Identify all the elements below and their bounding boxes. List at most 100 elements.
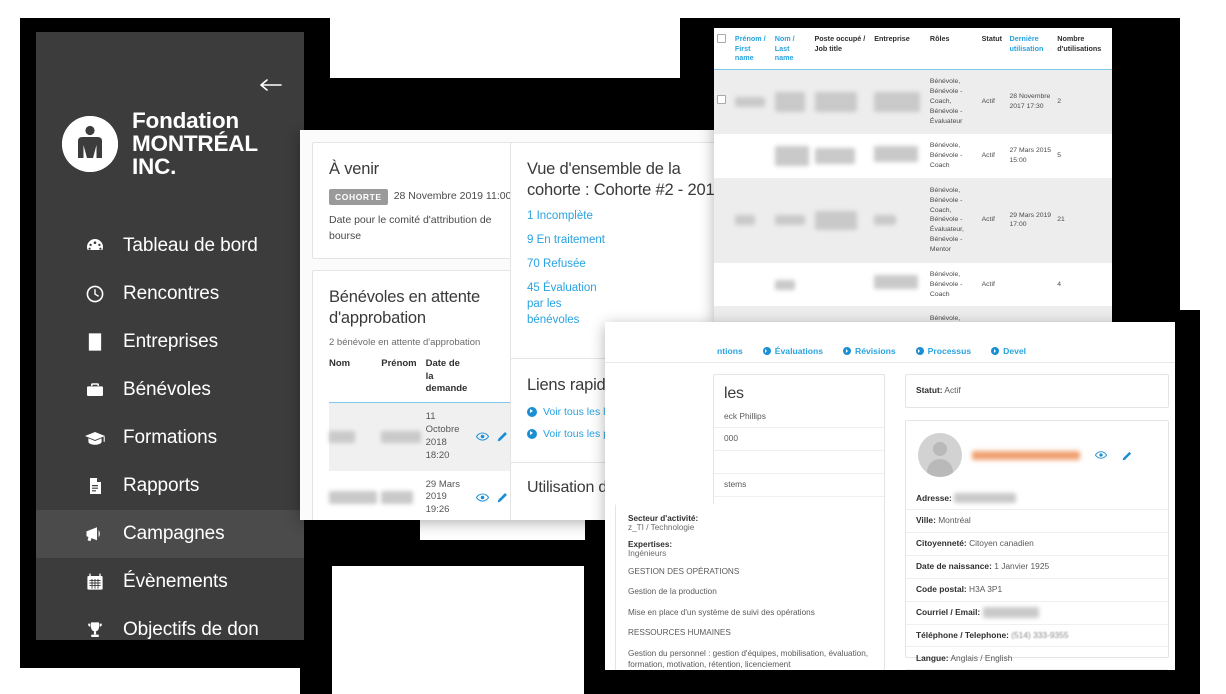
cell-checkbox[interactable] — [714, 262, 732, 307]
tab-interventions[interactable]: ntions — [717, 346, 743, 356]
sidebar-item-rencontres[interactable]: Rencontres — [36, 270, 304, 318]
cell-actions — [471, 471, 513, 520]
field-langue: Langue: Anglais / English — [906, 647, 1168, 670]
profile-panel: ntions Évaluations Révisions Processus D… — [605, 322, 1175, 670]
cell-checkbox[interactable] — [714, 306, 732, 323]
column-header-statut[interactable]: Statut — [979, 28, 1007, 70]
table-row[interactable]: Abran-Côté avocate Borden Ladner Bénévol… — [714, 134, 1112, 179]
tab-evaluations[interactable]: Évaluations — [762, 346, 824, 356]
cell-date: 29 Mars 2019 19:26 — [425, 478, 460, 516]
cohort-overview-title: Vue d'ensemble de la cohorte : Cohorte #… — [527, 160, 724, 199]
upcoming-card: À venir COHORTE 28 Novembre 2019 11:00 Da… — [312, 142, 530, 260]
cell-statut: Actif — [978, 69, 1007, 134]
cell-nom: Albernoe — [771, 178, 812, 263]
employment-row: 000 — [714, 428, 884, 451]
cohort-link-evaluation-cont-1[interactable]: par les — [527, 297, 727, 312]
sidebar-item-formations[interactable]: Formations — [36, 414, 304, 462]
sidebar-item-benevoles[interactable]: Bénévoles — [36, 366, 304, 414]
personal-details-card: Adresse: 1000 rue Ville: Montréal Citoye… — [905, 420, 1169, 670]
chevron-right-circle-icon — [527, 428, 537, 439]
edit-icon[interactable] — [1122, 450, 1133, 461]
column-header[interactable]: Nom — [329, 358, 381, 403]
sidebar-nav: Tableau de bord Rencontres Entreprises B… — [36, 222, 304, 640]
column-header-poste[interactable]: Poste occupé / Job title — [812, 28, 872, 70]
column-header-roles[interactable]: Rôles — [927, 28, 979, 70]
tab-label: Devel — [1003, 346, 1027, 356]
field-ville: Ville: Montréal — [906, 510, 1168, 533]
cohort-link-refusee[interactable]: 70 Refusée — [527, 257, 727, 272]
cohort-link-en-traitement[interactable]: 9 En traitement — [527, 233, 727, 248]
screenshot-stage: Fondation MONTRÉAL INC. Tableau de bord … — [0, 0, 1226, 694]
sector-label: Secteur d'activité: — [628, 514, 699, 523]
sidebar-item-tableau-de-bord[interactable]: Tableau de bord — [36, 222, 304, 270]
pending-volunteers-subtitle: 2 bénévole en attente d'approbation — [329, 337, 481, 349]
edit-icon[interactable] — [497, 491, 509, 503]
field-label: Citoyenneté: — [916, 538, 967, 549]
table-row[interactable]: Alams Lixar Consultants Bénévole, Bénévo… — [714, 262, 1112, 307]
cell-entreprise: Banque de développement — [871, 306, 927, 323]
sidebar-item-objectifs-de-don[interactable]: Objectifs de don — [36, 606, 304, 640]
field-code-postal: Code postal: H3A 3P1 — [906, 579, 1168, 602]
field-label: Téléphone / Telephone: — [916, 630, 1009, 641]
table-row[interactable]: Oussama Abdul-Baki Group leader CAE Elec… — [714, 69, 1112, 134]
column-header-nombre-utilisations[interactable]: Nombre d'utilisations — [1054, 28, 1112, 70]
cell-prenom: Vanessa — [381, 402, 426, 471]
cell-prenom: Danick — [381, 471, 425, 520]
expertise-line: GESTION DES OPÉRATIONS — [628, 567, 740, 576]
sidebar-item-rapports[interactable]: Rapports — [36, 462, 304, 510]
table-row[interactable]: Amram Directrice Restructuration Banque … — [714, 306, 1112, 323]
column-header[interactable]: Date de la demande — [426, 358, 472, 403]
cell-nom: Abran-Côté — [772, 134, 812, 179]
sidebar-item-evenements[interactable]: Évènements — [36, 558, 304, 606]
column-header[interactable]: Prénom — [381, 358, 425, 403]
employment-row: stems — [714, 474, 884, 497]
cell-prenom: an — [731, 178, 772, 263]
view-icon[interactable] — [1095, 451, 1107, 459]
status-row: Statut: Actif — [906, 375, 1168, 401]
table-header-row: Prénom / First name Nom / Last name Post… — [714, 28, 1112, 70]
select-all-cell[interactable] — [714, 28, 732, 70]
view-icon[interactable] — [476, 493, 490, 502]
tab-label: Évaluations — [774, 346, 824, 356]
column-header-nom[interactable]: Nom / Last name — [772, 28, 812, 70]
whitespace-block-bottom — [332, 566, 584, 694]
column-header-derniere-utilisation[interactable]: Dernière utilisation — [1007, 28, 1055, 70]
cohort-link-evaluation[interactable]: 45 Évaluation — [527, 281, 727, 296]
table-row[interactable]: Elie Vanessa 11 Octobre 2018 18:20 — [329, 402, 513, 471]
cell-nom: Alams — [772, 262, 812, 307]
cell-roles: Bénévole, Bénévole - Coach — [929, 270, 963, 298]
select-all-checkbox[interactable] — [717, 34, 726, 43]
cell-prenom — [732, 134, 772, 179]
tab-developpement[interactable]: Devel — [991, 346, 1026, 356]
sidebar: Fondation MONTRÉAL INC. Tableau de bord … — [36, 32, 304, 640]
view-icon[interactable] — [476, 432, 490, 441]
upcoming-title: À venir — [329, 160, 379, 178]
table-row[interactable]: an Albernoe Directeur principal RCGT Bén… — [714, 178, 1112, 263]
tab-revisions[interactable]: Révisions — [843, 346, 896, 356]
cohort-link-incomplete[interactable]: 1 Incomplète — [527, 209, 727, 224]
cell-entreprise: Lixar Consultants — [871, 262, 927, 307]
edit-icon[interactable] — [497, 430, 509, 442]
column-header-prenom[interactable]: Prénom / First name — [732, 28, 772, 70]
cell-checkbox[interactable] — [714, 69, 732, 134]
cell-derniere-utilisation: 7 Novembre 2018 17:00 — [1006, 306, 1055, 323]
table-row[interactable]: Archambault Danick 29 Mars 2019 19:26 — [329, 471, 513, 520]
sidebar-item-entreprises[interactable]: Entreprises — [36, 318, 304, 366]
cell-entreprise: RCGT — [871, 178, 927, 263]
cell-nom: Archambault — [329, 471, 381, 520]
tab-processus[interactable]: Processus — [915, 346, 971, 356]
cell-roles: Bénévole, Bénévole - Coach, Bénévole - É… — [926, 69, 979, 134]
cell-poste: Directeur principal — [811, 178, 872, 263]
row-checkbox[interactable] — [717, 95, 726, 105]
cell-checkbox[interactable] — [714, 134, 732, 179]
employment-row — [714, 451, 884, 474]
expertise-line: Mise en place d'un système de suivi des … — [628, 607, 815, 617]
profile-tabbar: ntions Évaluations Révisions Processus D… — [605, 340, 1175, 363]
cell-checkbox[interactable] — [714, 178, 732, 263]
upcoming-datetime: 28 Novembre 2019 11:00 — [393, 190, 512, 203]
arrow-left-icon[interactable] — [260, 76, 282, 95]
column-header-entreprise[interactable]: Entreprise — [871, 28, 927, 70]
cell-poste: Group leader — [811, 69, 872, 134]
sidebar-item-campagnes[interactable]: Campagnes — [36, 510, 304, 558]
cell-date: 11 Octobre 2018 18:20 — [425, 402, 472, 471]
